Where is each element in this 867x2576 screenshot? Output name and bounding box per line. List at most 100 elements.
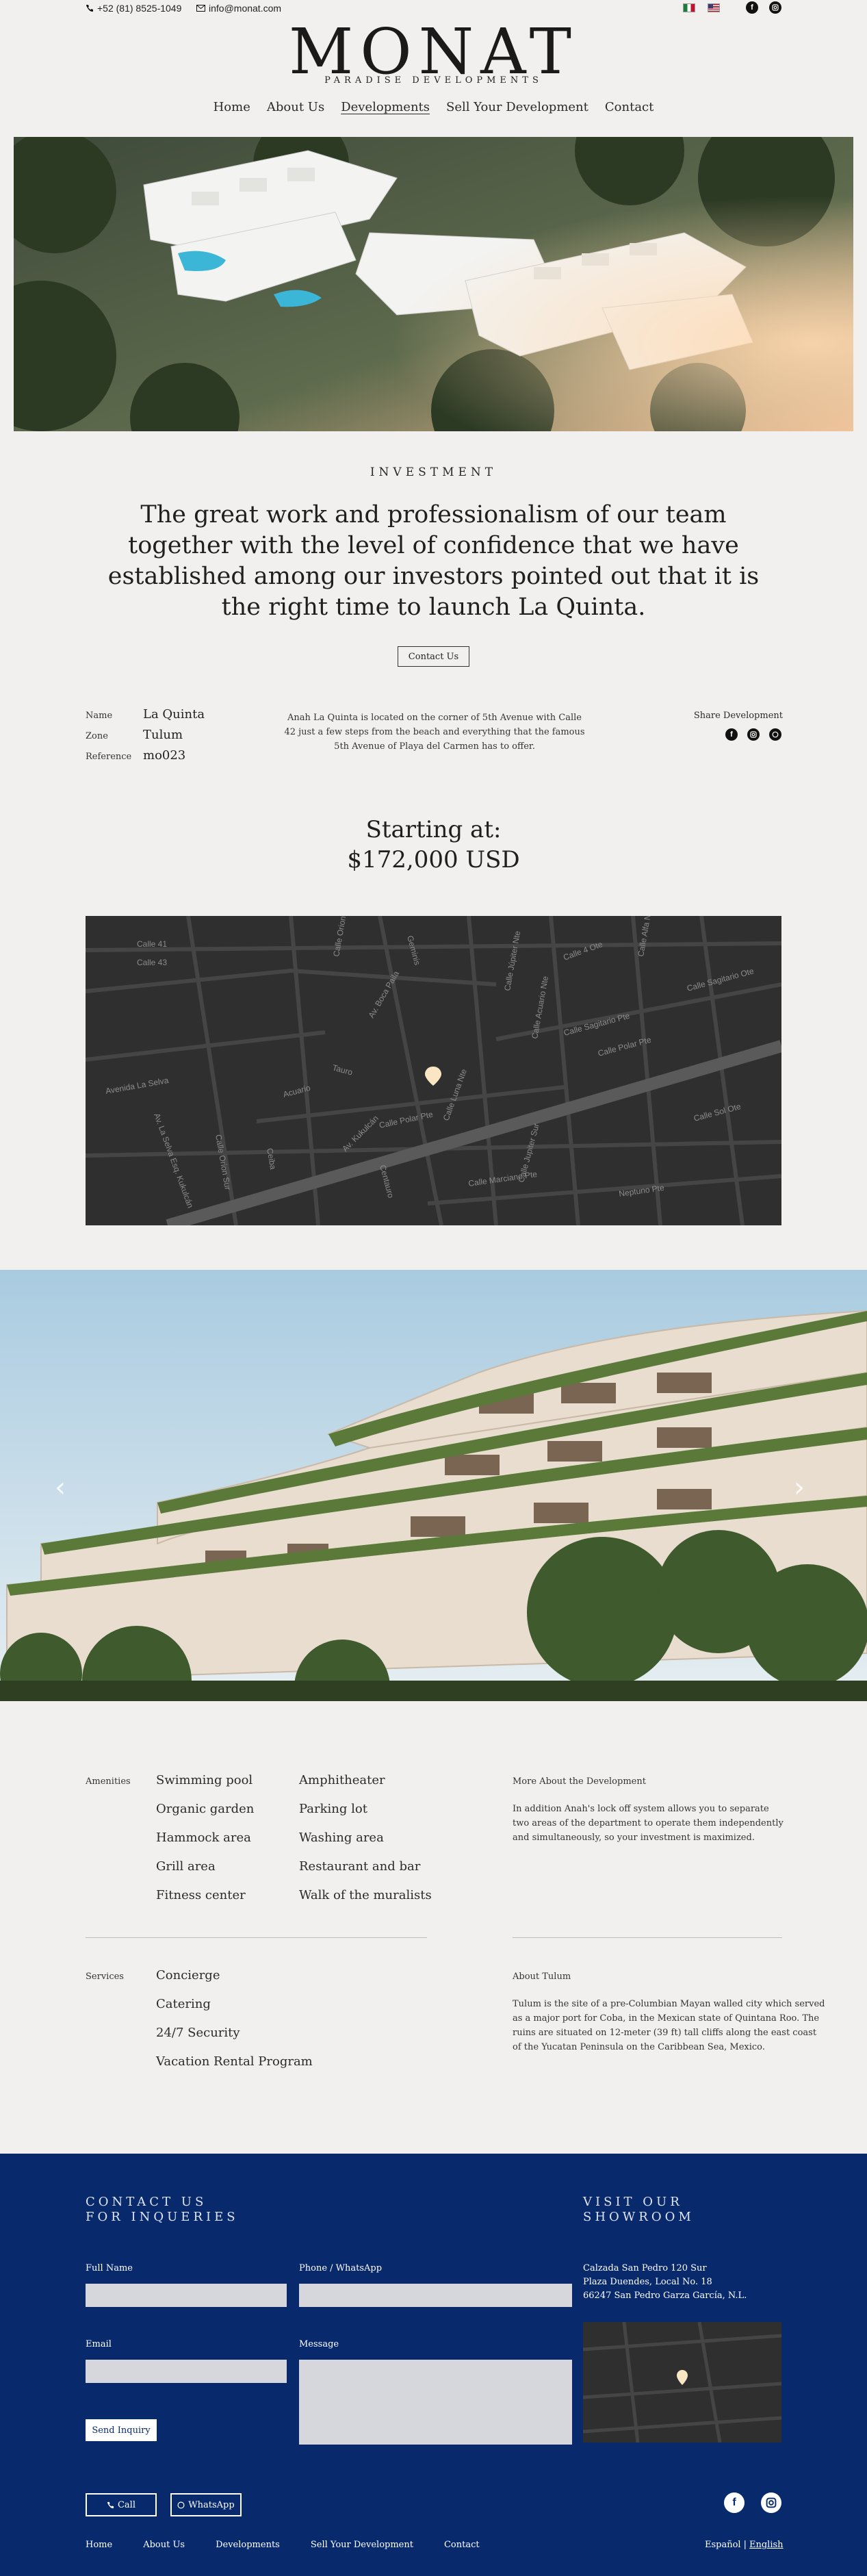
logo-wordmark[interactable]: MONAT <box>0 21 867 84</box>
nav-developments[interactable]: Developments <box>341 100 430 114</box>
amenity-item: Grill area <box>156 1859 216 1874</box>
map-pin-icon[interactable] <box>425 1067 441 1086</box>
price-label: Starting at: <box>365 816 502 843</box>
usa-flag-icon[interactable] <box>708 3 720 12</box>
map-street-label: Calle 41 <box>137 939 167 949</box>
development-description: Anah La Quinta is located on the corner … <box>284 713 585 752</box>
amenity-item: Fitness center <box>156 1888 246 1902</box>
name-label: Name <box>86 711 113 721</box>
more-about-text: In addition Anah's lock off system allow… <box>513 1804 784 1843</box>
gallery-next-arrow-icon[interactable]: › <box>794 1472 805 1503</box>
share-instagram-icon[interactable] <box>747 728 760 741</box>
call-label: Call <box>117 2499 135 2510</box>
nav-contact[interactable]: Contact <box>605 100 654 114</box>
map-street-label: Avenida La Selva <box>105 1075 170 1096</box>
nav-home[interactable]: Home <box>213 100 250 114</box>
footer-instagram-icon[interactable] <box>761 2492 781 2513</box>
address-line3: 66247 San Pedro Garza García, N.L. <box>583 2291 747 2301</box>
map-street-label: Calle Orion Sur <box>213 1134 233 1190</box>
call-button[interactable]: Call <box>86 2493 157 2516</box>
divider <box>86 1937 427 1938</box>
amenity-item: Restaurant and bar <box>299 1859 421 1874</box>
logo-subtitle: PARADISE DEVELOPMENTS <box>324 75 543 86</box>
name-value: La Quinta <box>143 707 205 722</box>
amenity-item: Organic garden <box>156 1802 255 1816</box>
map-street-label: Calle Alfa Nte <box>636 916 654 958</box>
address-line2: Plaza Duendes, Local No. 18 <box>583 2277 712 2287</box>
map-street-label: Calle Júpiter Nte <box>502 930 522 991</box>
nav-sell-your-development[interactable]: Sell Your Development <box>446 100 588 114</box>
showroom-map[interactable] <box>583 2322 781 2443</box>
whatsapp-icon <box>177 2501 185 2508</box>
map-street-label: Calle Orion Nte <box>331 916 350 958</box>
amenities-label: Amenities <box>86 1776 131 1787</box>
full-name-input[interactable] <box>86 2284 287 2307</box>
footer-nav-sell-your-development[interactable]: Sell Your Development <box>311 2540 413 2550</box>
footer-nav-contact[interactable]: Contact <box>444 2540 480 2550</box>
footer-nav-home[interactable]: Home <box>86 2540 112 2550</box>
service-item: 24/7 Security <box>156 2026 240 2040</box>
map-street-label: Calle Polar Pte <box>378 1110 435 1130</box>
amenity-item: Amphitheater <box>299 1773 385 1787</box>
nav-about-us[interactable]: About Us <box>267 100 324 114</box>
share-facebook-icon[interactable]: f <box>725 728 738 741</box>
language-en[interactable]: English <box>749 2540 784 2550</box>
about-tulum-title: About Tulum <box>513 1972 571 1982</box>
map-street-label: Calle 43 <box>137 958 167 967</box>
message-textarea[interactable] <box>299 2360 572 2445</box>
hero-aerial-image <box>14 137 853 431</box>
map-street-label: Calle Luna Nte <box>441 1067 469 1122</box>
phone-input[interactable] <box>299 2284 572 2307</box>
footer-nav-developments[interactable]: Developments <box>216 2540 280 2550</box>
map-street-label: Geminis <box>405 934 422 966</box>
showroom-pin-icon[interactable] <box>677 2370 688 2385</box>
map-street-label: Calle Sagitario Ote <box>686 966 755 993</box>
showroom-title-line1: VISIT OUR <box>583 2195 683 2209</box>
envelope-icon <box>196 5 205 12</box>
language-es[interactable]: Español <box>705 2540 741 2550</box>
service-item: Concierge <box>156 1968 220 1982</box>
whatsapp-button[interactable]: WhatsApp <box>170 2493 242 2516</box>
message-label: Message <box>299 2339 339 2349</box>
main-nav: Home About Us Developments Sell Your Dev… <box>0 100 867 114</box>
share-development-label: Share Development <box>693 711 783 721</box>
showroom-title-line2: SHOWROOM <box>583 2210 695 2224</box>
contact-us-button[interactable]: Contact Us <box>398 646 469 667</box>
mexico-flag-icon[interactable] <box>683 3 695 12</box>
map-street-label: Tauro <box>331 1062 354 1077</box>
map-street-label: Av. Kukulcán <box>340 1113 380 1153</box>
email-input[interactable] <box>86 2360 287 2383</box>
address-line1: Calzada San Pedro 120 Sur <box>583 2263 707 2273</box>
phone-icon <box>107 2501 114 2508</box>
gallery-image <box>0 1270 867 1701</box>
full-name-label: Full Name <box>86 2263 133 2273</box>
phone-link[interactable]: +52 (81) 8525-1049 <box>86 3 181 14</box>
top-bar: +52 (81) 8525-1049 info@monat.com f <box>0 0 867 16</box>
investment-quote: The great work and professionalism of ou… <box>107 501 760 621</box>
amenity-item: Walk of the muralists <box>299 1888 432 1902</box>
reference-value: mo023 <box>143 748 186 763</box>
facebook-icon[interactable]: f <box>746 1 758 14</box>
about-tulum-text: Tulum is the site of a pre-Columbian May… <box>513 1999 825 2052</box>
email-link[interactable]: info@monat.com <box>196 3 281 14</box>
language-switcher: Español | English <box>705 2540 784 2550</box>
email-address: info@monat.com <box>209 3 282 14</box>
share-whatsapp-icon[interactable] <box>769 728 781 741</box>
amenity-item: Hammock area <box>156 1831 251 1845</box>
footer-nav: Home About Us Developments Sell Your Dev… <box>86 2540 480 2550</box>
send-inquiry-button[interactable]: Send Inquiry <box>86 2419 157 2441</box>
price-value: $172,000 USD <box>347 846 520 873</box>
more-about-title: More About the Development <box>513 1776 646 1787</box>
location-map[interactable]: Calle 41 Calle 43 Calle 4 Ote Calle Sagi… <box>86 916 781 1225</box>
whatsapp-label: WhatsApp <box>188 2499 235 2510</box>
zone-value: Tulum <box>143 728 183 742</box>
instagram-icon[interactable] <box>769 1 781 14</box>
divider <box>513 1937 782 1938</box>
footer-facebook-icon[interactable]: f <box>724 2492 745 2513</box>
footer-nav-about-us[interactable]: About Us <box>143 2540 185 2550</box>
map-street-label: Calle Sol Ote <box>693 1101 742 1123</box>
amenity-item: Swimming pool <box>156 1773 253 1787</box>
service-item: Vacation Rental Program <box>156 2054 313 2069</box>
gallery-prev-arrow-icon[interactable]: ‹ <box>55 1472 66 1503</box>
map-street-label: Av. La Selva Esq. Kukulcán <box>152 1112 195 1209</box>
